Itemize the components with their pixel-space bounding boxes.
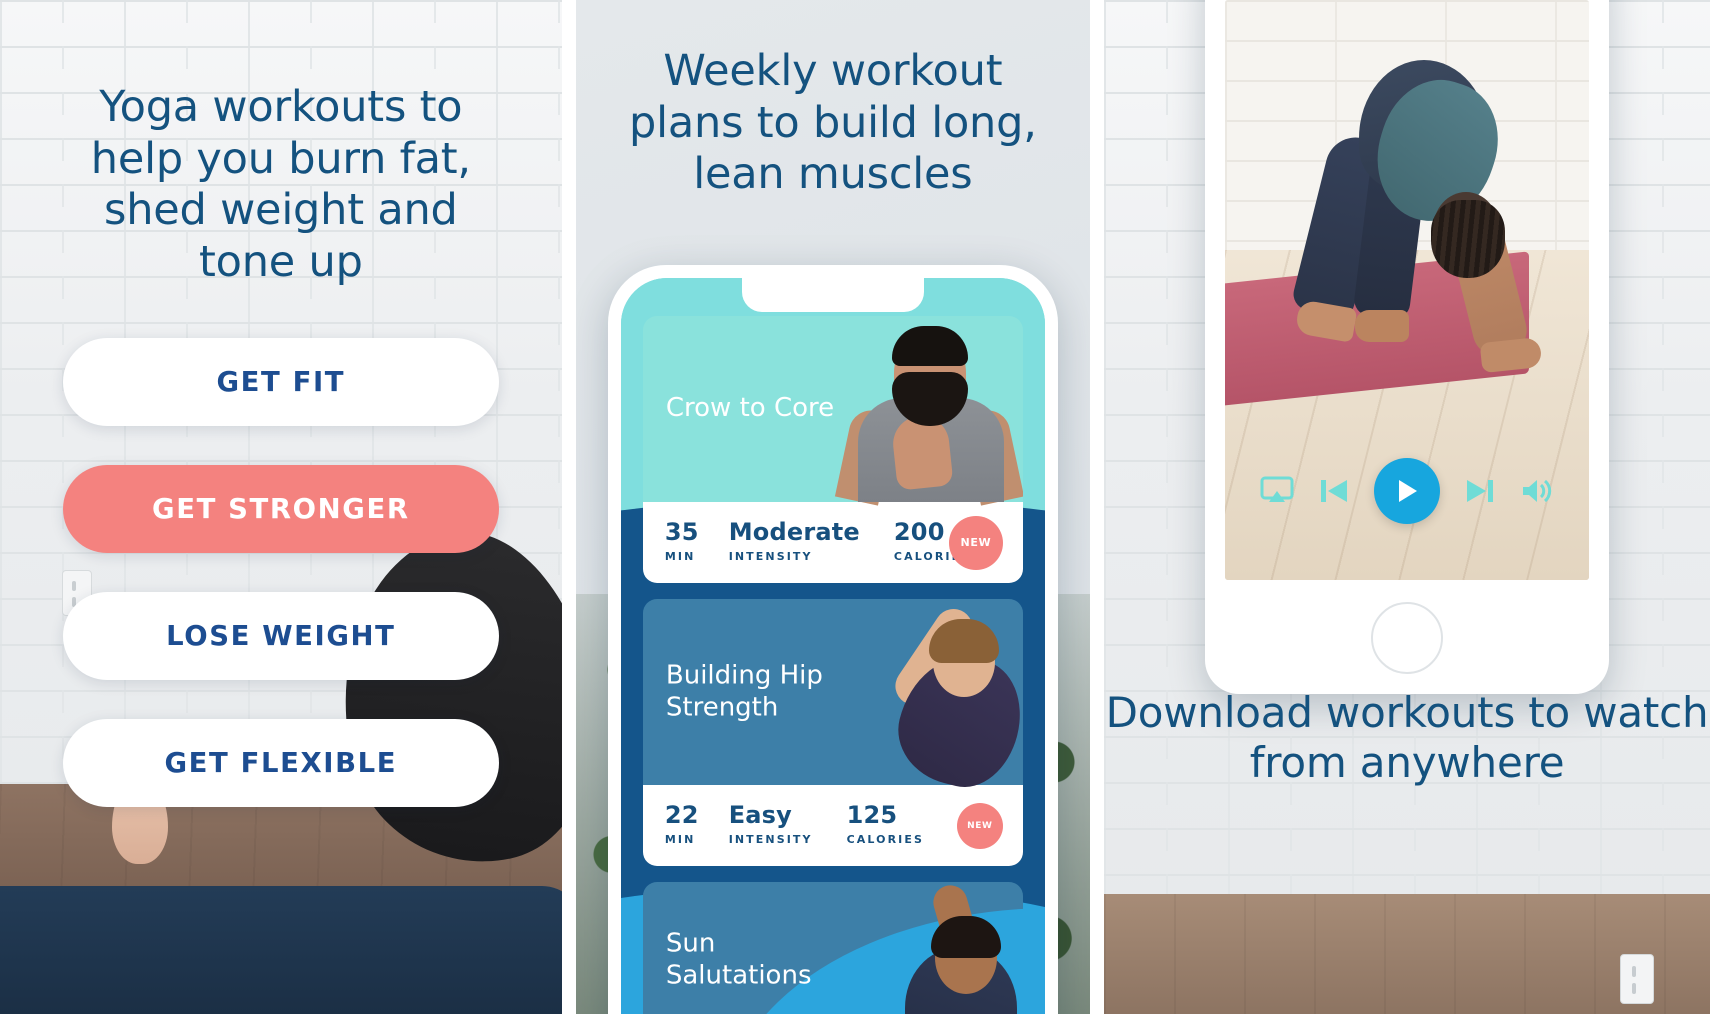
new-badge: NEW [948,515,1003,570]
panel-divider-2 [1090,0,1105,1014]
lose-weight-button[interactable]: LOSE WEIGHT [63,592,499,681]
tablet-mockup [1205,0,1610,694]
card-hero-sun-salutations: Sun Salutations [642,882,1023,1014]
left-panel-headline: Yoga workouts to help you burn fat, shed… [90,82,471,287]
play-icon[interactable] [1374,458,1441,524]
duration-value: 22 [664,801,699,830]
duration-value: 35 [664,518,699,546]
video-player[interactable] [1225,0,1590,580]
phone-mockup: Crow to Core 35 MIN Moderate INTENSITY 2… [607,265,1058,1014]
promo-panel-right: Download workouts to watch from anywhere [1104,0,1710,1014]
home-button[interactable] [1371,602,1444,674]
workout-title: Crow to Core [665,393,835,424]
workout-card[interactable]: Sun Salutations [642,882,1023,1014]
promo-panel-center: Weekly workout plans to build long, lean… [575,0,1091,1014]
workout-card[interactable]: Crow to Core 35 MIN Moderate INTENSITY 2… [642,316,1023,584]
stat-duration: 22 MIN [664,801,699,847]
yoga-instructor-downward-dog [1285,60,1545,374]
intensity-value: Easy [728,801,793,830]
card-hero-crow-to-core: Crow to Core [642,316,1023,506]
stat-duration: 35 MIN [664,518,699,564]
get-fit-button[interactable]: GET FIT [63,338,499,427]
workout-title: Building Hip Strength [665,660,823,723]
center-panel-headline: Weekly workout plans to build long, lean… [629,46,1037,200]
right-panel-caption: Download workouts to watch from anywhere [1105,688,1709,788]
workout-card[interactable]: Building Hip Strength 22 MIN Easy INTENS… [642,599,1023,867]
duration-label: MIN [664,550,696,564]
intensity-label: INTENSITY [728,833,813,847]
wall-outlet-icon [1620,954,1654,1004]
calories-value: 125 [846,801,898,830]
workout-title: Sun Salutations [665,928,812,991]
new-badge: NEW [956,802,1003,849]
stat-intensity: Easy INTENSITY [728,801,813,847]
yoga-mat [0,886,562,1014]
goal-button-stack: GET FIT GET STRONGER LOSE WEIGHT GET FLE… [0,338,562,808]
video-controls [1225,458,1589,524]
instructor-photo [873,882,1023,1014]
airplay-icon[interactable] [1260,476,1294,506]
workout-card-list: Crow to Core 35 MIN Moderate INTENSITY 2… [642,316,1023,1014]
get-flexible-button[interactable]: GET FLEXIBLE [63,719,499,808]
stat-calories: 125 CALORIES [846,801,924,847]
panel-divider-1 [561,0,576,1014]
promo-panel-left: Yoga workouts to help you burn fat, shed… [0,0,562,1014]
duration-label: MIN [664,833,696,847]
workout-stats-row: 22 MIN Easy INTENSITY 125 CALORIES NEW [642,785,1023,867]
phone-notch [741,278,924,312]
get-stronger-button[interactable]: GET STRONGER [63,465,499,554]
workout-stats-row: 35 MIN Moderate INTENSITY 200 CALORIES N… [642,502,1023,584]
stat-intensity: Moderate INTENSITY [728,518,860,564]
phone-screen: Crow to Core 35 MIN Moderate INTENSITY 2… [620,278,1045,1014]
intensity-value: Moderate [728,518,860,546]
skip-next-icon[interactable] [1463,476,1497,506]
intensity-label: INTENSITY [728,550,813,564]
calories-label: CALORIES [846,833,924,847]
card-hero-building-hip-strength: Building Hip Strength [642,599,1023,798]
instructor-photo [834,316,1023,506]
skip-previous-icon[interactable] [1317,476,1351,506]
instructor-photo [873,599,1023,798]
volume-icon[interactable] [1520,476,1554,506]
